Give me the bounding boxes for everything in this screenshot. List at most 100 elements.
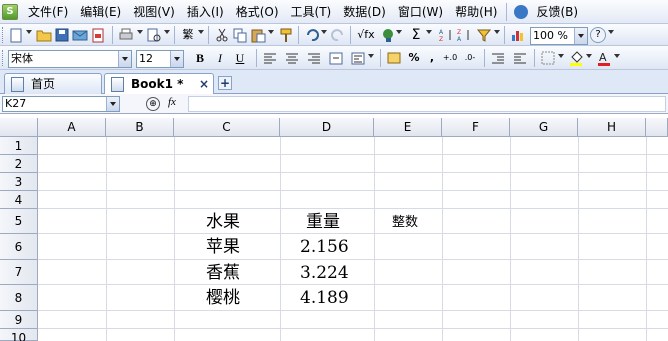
row-header-8[interactable]: 8: [0, 285, 38, 311]
print-dropdown-arrow[interactable]: [137, 30, 143, 35]
font-family-dropdown-arrow[interactable]: [118, 51, 131, 67]
align-right-icon[interactable]: [306, 50, 322, 66]
cell-c7[interactable]: 香蕉: [206, 263, 240, 283]
row-header-5[interactable]: 5: [0, 209, 38, 234]
tab-home[interactable]: 首页: [4, 73, 102, 94]
row-header-7[interactable]: 7: [0, 260, 38, 285]
borders-icon[interactable]: [540, 50, 556, 66]
menu-format[interactable]: 格式(O): [230, 2, 285, 22]
open-folder-icon[interactable]: [36, 27, 52, 43]
chinese-convert-dropdown-arrow[interactable]: [198, 30, 204, 35]
filter-icon[interactable]: [476, 27, 492, 43]
align-center-icon[interactable]: [284, 50, 300, 66]
font-color-icon[interactable]: A: [596, 50, 612, 66]
new-dropdown-arrow[interactable]: [26, 30, 32, 35]
undo-icon[interactable]: [304, 27, 320, 43]
name-box-dropdown-arrow[interactable]: [106, 97, 119, 111]
fill-color-dropdown-arrow[interactable]: [586, 54, 592, 59]
column-header-a[interactable]: A: [38, 118, 106, 137]
cell-e5[interactable]: 整数: [392, 213, 418, 233]
insert-function-fx-icon[interactable]: fx: [168, 96, 176, 108]
print-icon[interactable]: [118, 27, 134, 43]
menu-tools[interactable]: 工具(T): [285, 2, 338, 22]
formula-input[interactable]: [188, 96, 666, 112]
autosum-icon[interactable]: Σ: [408, 27, 424, 43]
traditional-chinese-icon[interactable]: 繁: [180, 27, 196, 43]
zoom-search-icon[interactable]: ⊕: [146, 97, 160, 111]
increase-indent-icon[interactable]: [512, 50, 528, 66]
menu-feedback[interactable]: 反馈(B): [530, 2, 584, 22]
paste-dropdown-arrow[interactable]: [268, 30, 274, 35]
currency-format-icon[interactable]: [386, 50, 402, 66]
borders-dropdown-arrow[interactable]: [558, 54, 564, 59]
fill-color-icon[interactable]: [568, 50, 584, 66]
sort-ascending-icon[interactable]: AZ: [438, 27, 454, 43]
zoom-select[interactable]: 100 %: [530, 27, 588, 45]
app-icon[interactable]: S: [2, 3, 18, 20]
select-all-corner[interactable]: [0, 118, 38, 137]
cell-d6[interactable]: 2.156: [300, 237, 349, 257]
column-header-g[interactable]: G: [510, 118, 578, 137]
cut-icon[interactable]: [214, 27, 230, 43]
bold-button[interactable]: B: [192, 50, 208, 66]
hyperlink-icon[interactable]: [380, 27, 396, 43]
row-header-4[interactable]: 4: [0, 191, 38, 209]
copy-icon[interactable]: [232, 27, 248, 43]
column-header-f[interactable]: F: [442, 118, 510, 137]
insert-function-icon[interactable]: √fx: [356, 27, 376, 43]
toolbar-grip[interactable]: [2, 27, 5, 43]
zoom-dropdown-arrow[interactable]: [574, 28, 587, 44]
decrease-decimal-icon[interactable]: .0-: [462, 50, 478, 66]
row-header-2[interactable]: 2: [0, 155, 38, 173]
percent-button[interactable]: %: [406, 50, 422, 66]
menu-window[interactable]: 窗口(W): [392, 2, 449, 22]
font-family-select[interactable]: 宋体: [8, 50, 132, 68]
save-icon[interactable]: [54, 27, 70, 43]
cell-d8[interactable]: 4.189: [300, 288, 349, 308]
menu-view[interactable]: 视图(V): [127, 2, 181, 22]
preview-dropdown-arrow[interactable]: [164, 30, 170, 35]
column-header-c[interactable]: C: [174, 118, 280, 137]
wrap-text-icon[interactable]: [350, 50, 366, 66]
help-icon[interactable]: ?: [590, 27, 606, 43]
cell-d5[interactable]: 重量: [306, 212, 340, 232]
filter-dropdown-arrow[interactable]: [494, 30, 500, 35]
cell-d7[interactable]: 3.224: [300, 263, 349, 283]
print-preview-icon[interactable]: [146, 27, 162, 43]
decrease-indent-icon[interactable]: [490, 50, 506, 66]
menu-data[interactable]: 数据(D): [337, 2, 392, 22]
undo-dropdown-arrow[interactable]: [321, 30, 327, 35]
menu-insert[interactable]: 插入(I): [181, 2, 230, 22]
menu-file[interactable]: 文件(F): [22, 2, 74, 22]
column-header-e[interactable]: E: [374, 118, 442, 137]
column-header-h[interactable]: H: [578, 118, 646, 137]
row-header-10[interactable]: 10: [0, 329, 38, 341]
help-dropdown-arrow[interactable]: [608, 30, 614, 35]
increase-decimal-icon[interactable]: +.0: [442, 50, 458, 66]
merge-center-icon[interactable]: [328, 50, 344, 66]
column-header-i[interactable]: [646, 118, 668, 137]
new-document-icon[interactable]: [8, 27, 24, 43]
menu-help[interactable]: 帮助(H): [449, 2, 503, 22]
cell-c6[interactable]: 苹果: [206, 237, 240, 257]
hyperlink-dropdown-arrow[interactable]: [396, 30, 402, 35]
row-header-1[interactable]: 1: [0, 137, 38, 155]
name-box[interactable]: K27: [2, 96, 120, 112]
italic-button[interactable]: I: [212, 50, 228, 66]
cell-c8[interactable]: 樱桃: [206, 288, 240, 308]
menu-edit[interactable]: 编辑(E): [74, 2, 127, 22]
column-header-b[interactable]: B: [106, 118, 174, 137]
format-painter-icon[interactable]: [278, 27, 294, 43]
paste-icon[interactable]: [250, 27, 266, 43]
tab-book1[interactable]: Book1 * ×: [104, 73, 214, 95]
chart-icon[interactable]: [510, 27, 526, 43]
send-mail-icon[interactable]: [72, 27, 88, 43]
row-header-9[interactable]: 9: [0, 311, 38, 329]
font-size-select[interactable]: 12: [136, 50, 184, 68]
align-dropdown-arrow[interactable]: [368, 54, 374, 59]
export-pdf-icon[interactable]: [90, 27, 106, 43]
new-tab-icon[interactable]: +: [218, 76, 232, 90]
comma-style-button[interactable]: ,: [424, 50, 440, 66]
align-left-icon[interactable]: [262, 50, 278, 66]
row-header-3[interactable]: 3: [0, 173, 38, 191]
